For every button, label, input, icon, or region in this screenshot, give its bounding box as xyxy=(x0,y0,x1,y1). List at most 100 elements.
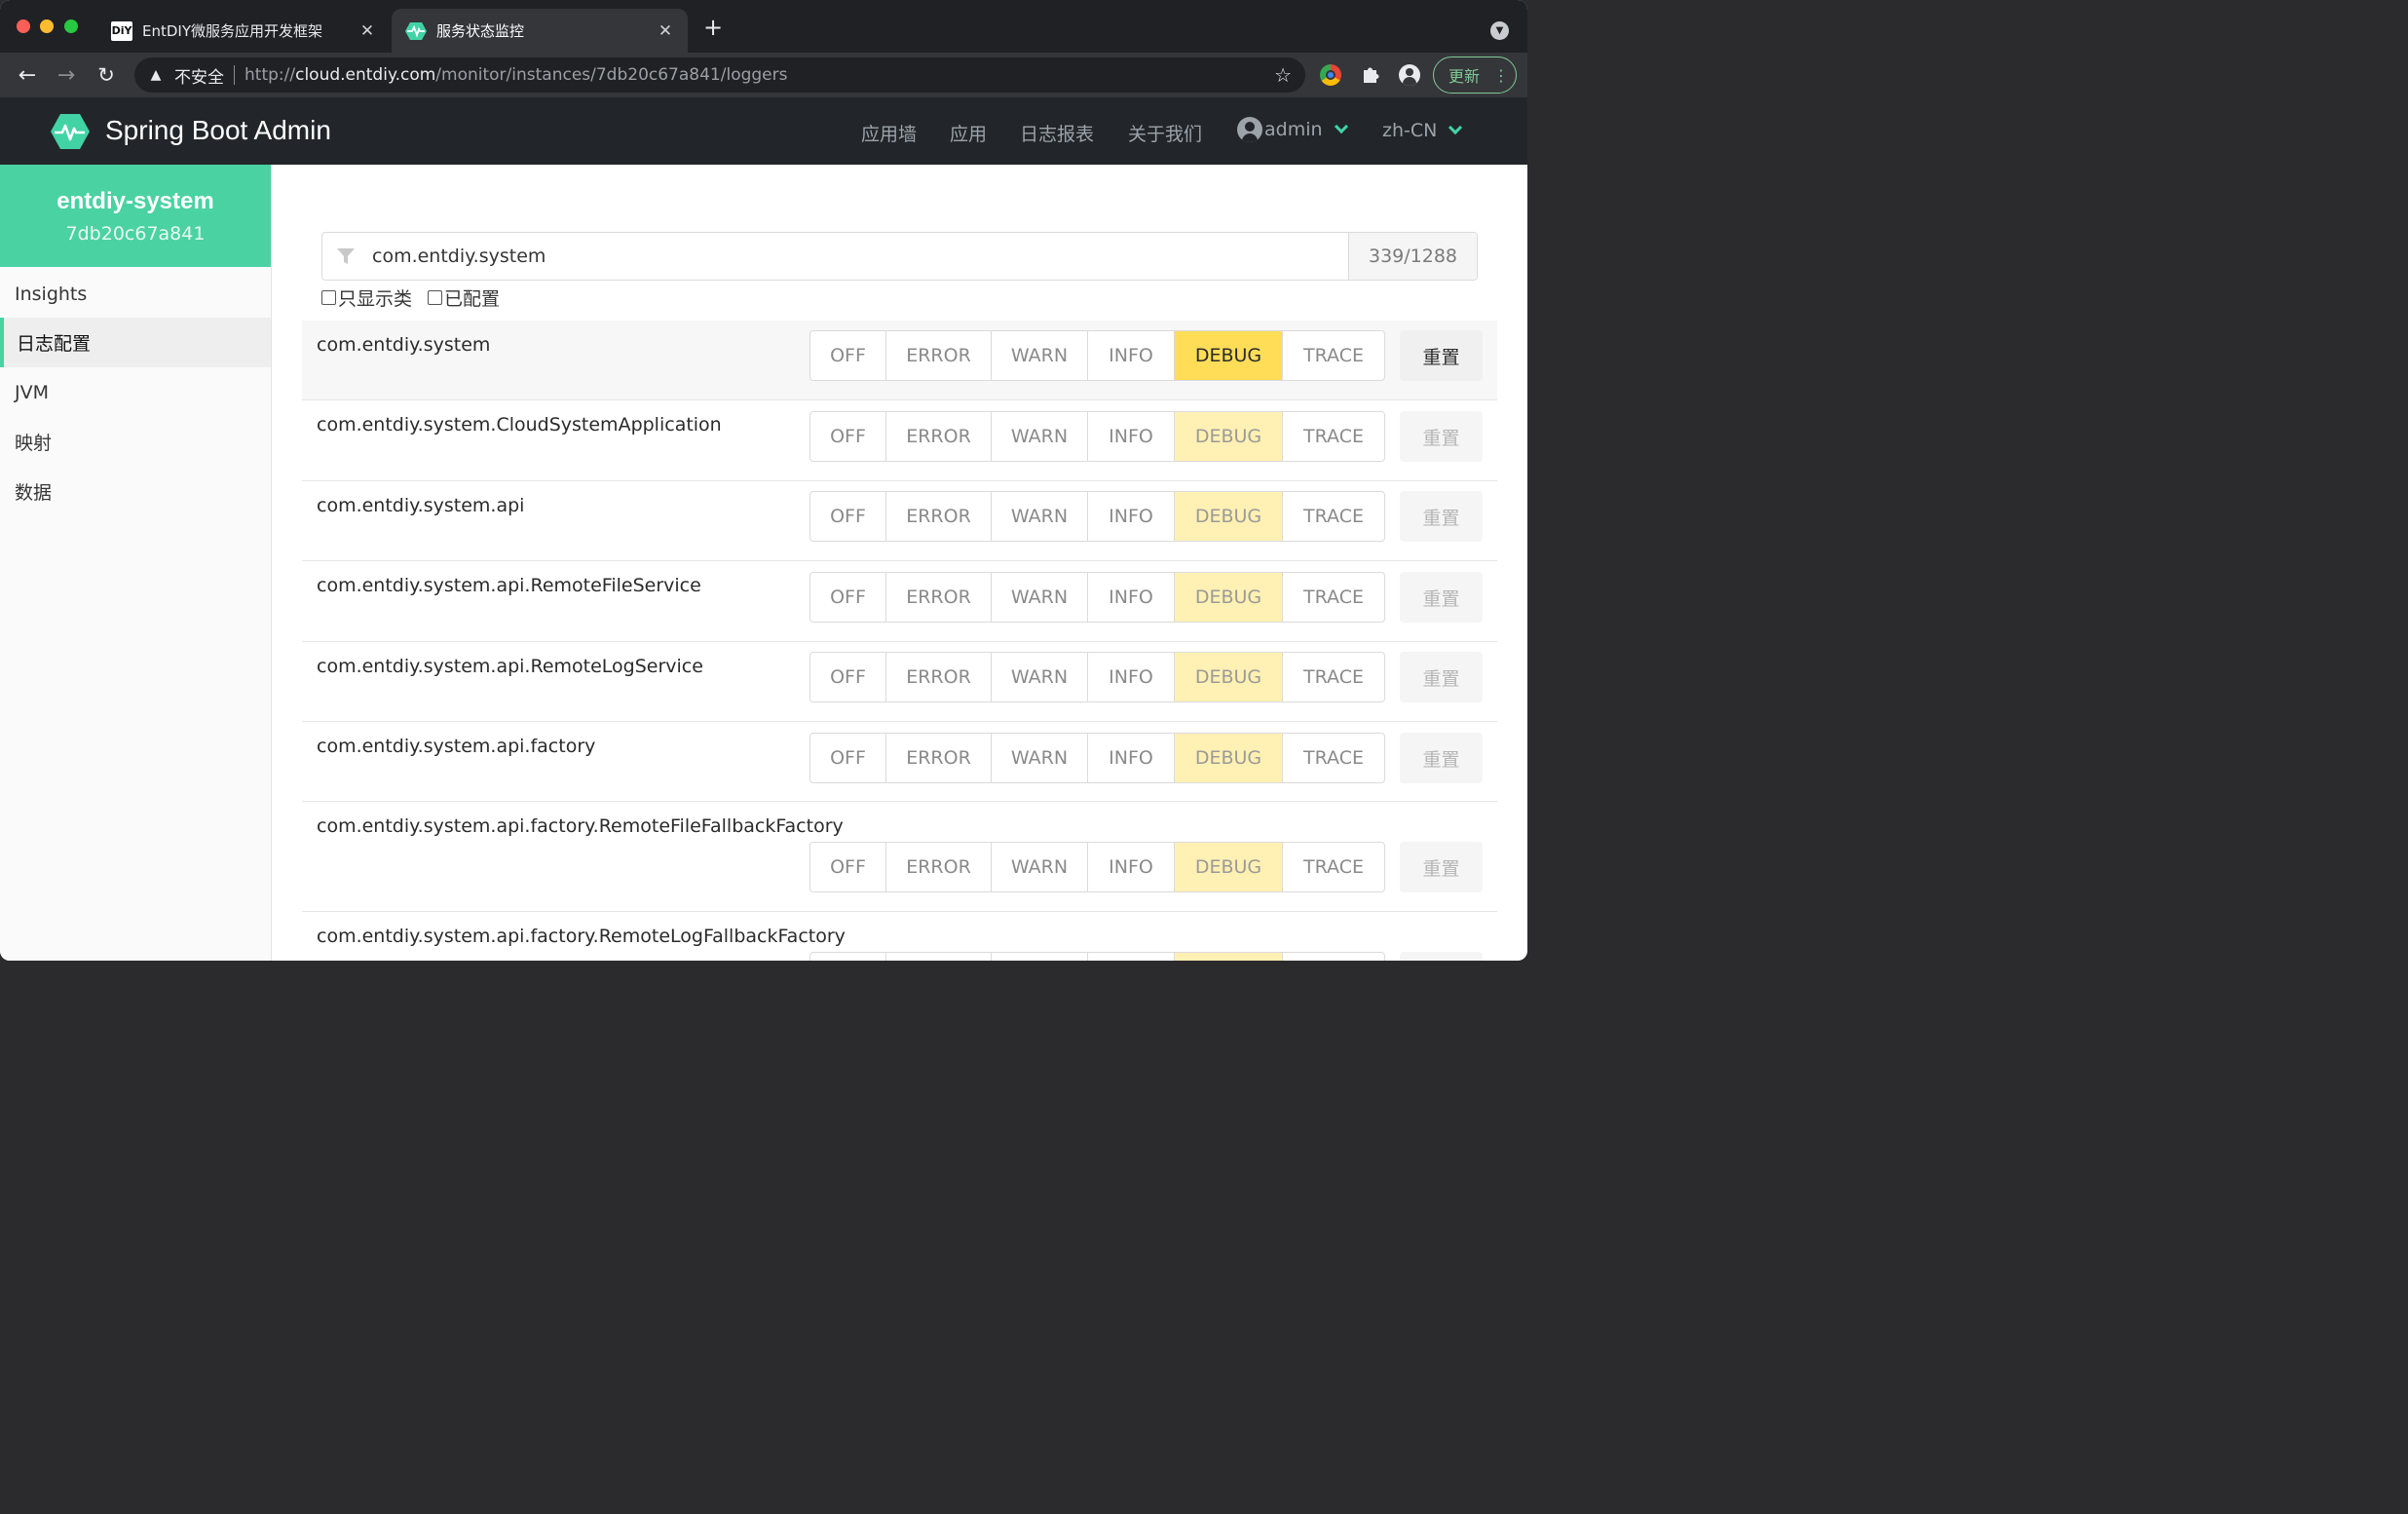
level-button-trace[interactable]: TRACE xyxy=(1283,734,1384,782)
level-button-off[interactable]: OFF xyxy=(810,412,886,461)
forward-arrow-icon[interactable]: → xyxy=(52,60,81,90)
level-button-info[interactable]: INFO xyxy=(1088,492,1175,541)
browser-tab-entdiy[interactable]: DiY EntDIY微服务应用开发框架 ✕ xyxy=(97,9,390,53)
level-button-debug[interactable]: DEBUG xyxy=(1175,653,1283,701)
nav-about-us[interactable]: 关于我们 xyxy=(1128,120,1202,146)
level-button-trace[interactable]: TRACE xyxy=(1283,492,1384,541)
level-button-trace[interactable]: TRACE xyxy=(1283,412,1384,461)
tab-search-chevron-icon[interactable]: ▼ xyxy=(1490,21,1509,40)
nav-applications[interactable]: 应用 xyxy=(950,120,987,146)
level-button-warn[interactable]: WARN xyxy=(992,843,1088,891)
spring-boot-admin-logo-icon[interactable] xyxy=(51,113,90,150)
configured-label[interactable]: 已配置 xyxy=(444,284,500,311)
level-button-warn[interactable]: WARN xyxy=(992,492,1088,541)
address-bar[interactable]: ▲ 不安全 http://cloud.entdiy.com/monitor/in… xyxy=(134,57,1305,93)
language-menu[interactable]: zh-CN xyxy=(1382,120,1463,141)
level-button-error[interactable]: ERROR xyxy=(886,492,992,541)
level-button-warn[interactable]: WARN xyxy=(992,573,1088,622)
nav-app-wall[interactable]: 应用墙 xyxy=(861,120,917,146)
user-menu[interactable]: admin xyxy=(1237,117,1348,142)
level-button-info[interactable]: INFO xyxy=(1088,953,1175,961)
back-arrow-icon[interactable]: ← xyxy=(13,60,42,90)
level-button-warn[interactable]: WARN xyxy=(992,953,1088,961)
level-button-off[interactable]: OFF xyxy=(810,492,886,541)
chrome-extension-icon[interactable] xyxy=(1320,64,1341,86)
level-button-off[interactable]: OFF xyxy=(810,573,886,622)
reset-button[interactable]: 重置 xyxy=(1400,733,1483,783)
chevron-down-icon xyxy=(1334,119,1348,134)
level-button-debug[interactable]: DEBUG xyxy=(1175,492,1283,541)
level-button-debug[interactable]: DEBUG xyxy=(1175,412,1283,461)
level-button-trace[interactable]: TRACE xyxy=(1283,573,1384,622)
level-button-info[interactable]: INFO xyxy=(1088,573,1175,622)
level-button-debug[interactable]: DEBUG xyxy=(1175,331,1283,380)
level-button-off[interactable]: OFF xyxy=(810,843,886,891)
level-button-error[interactable]: ERROR xyxy=(886,331,992,380)
level-button-error[interactable]: ERROR xyxy=(886,573,992,622)
reset-button[interactable]: 重置 xyxy=(1400,411,1483,462)
configured-checkbox[interactable] xyxy=(428,290,443,305)
reset-button[interactable]: 重置 xyxy=(1400,491,1483,542)
profile-avatar-icon[interactable] xyxy=(1399,64,1420,86)
reload-icon[interactable]: ↻ xyxy=(92,60,121,90)
level-button-trace[interactable]: TRACE xyxy=(1283,653,1384,701)
logger-name: com.entdiy.system.api.factory.RemoteLogF… xyxy=(317,926,846,947)
minimize-window-button[interactable] xyxy=(40,19,54,33)
sidebar-item-jvm[interactable]: JVM xyxy=(0,367,271,417)
level-button-error[interactable]: ERROR xyxy=(886,734,992,782)
level-button-debug[interactable]: DEBUG xyxy=(1175,843,1283,891)
reset-button[interactable]: 重置 xyxy=(1400,952,1483,961)
level-button-off[interactable]: OFF xyxy=(810,734,886,782)
level-button-info[interactable]: INFO xyxy=(1088,412,1175,461)
level-button-info[interactable]: INFO xyxy=(1088,331,1175,380)
maximize-window-button[interactable] xyxy=(64,19,78,33)
bookmark-star-icon[interactable]: ☆ xyxy=(1274,63,1292,87)
extensions-puzzle-icon[interactable] xyxy=(1360,64,1381,86)
reset-button[interactable]: 重置 xyxy=(1400,652,1483,702)
browser-toolbar: ← → ↻ ▲ 不安全 http://cloud.entdiy.com/moni… xyxy=(0,53,1527,97)
warning-triangle-icon: ▲ xyxy=(150,67,162,83)
level-button-trace[interactable]: TRACE xyxy=(1283,953,1384,961)
reset-button[interactable]: 重置 xyxy=(1400,842,1483,892)
level-button-info[interactable]: INFO xyxy=(1088,653,1175,701)
level-button-error[interactable]: ERROR xyxy=(886,953,992,961)
only-classes-checkbox[interactable] xyxy=(321,290,336,305)
level-button-trace[interactable]: TRACE xyxy=(1283,843,1384,891)
reset-button[interactable]: 重置 xyxy=(1400,330,1483,381)
level-button-info[interactable]: INFO xyxy=(1088,843,1175,891)
sidebar-item-mappings[interactable]: 映射 xyxy=(0,417,271,467)
url-text[interactable]: http://cloud.entdiy.com/monitor/instance… xyxy=(245,65,787,85)
filter-input[interactable] xyxy=(372,246,1348,267)
close-tab-icon[interactable]: ✕ xyxy=(657,21,674,41)
level-button-info[interactable]: INFO xyxy=(1088,734,1175,782)
close-window-button[interactable] xyxy=(17,19,30,33)
only-classes-label[interactable]: 只显示类 xyxy=(338,284,412,311)
level-button-debug[interactable]: DEBUG xyxy=(1175,734,1283,782)
level-button-off[interactable]: OFF xyxy=(810,331,886,380)
new-tab-plus-icon[interactable]: + xyxy=(703,16,723,39)
level-button-debug[interactable]: DEBUG xyxy=(1175,953,1283,961)
level-button-debug[interactable]: DEBUG xyxy=(1175,573,1283,622)
level-button-error[interactable]: ERROR xyxy=(886,843,992,891)
level-button-error[interactable]: ERROR xyxy=(886,653,992,701)
level-button-warn[interactable]: WARN xyxy=(992,734,1088,782)
user-name: admin xyxy=(1264,119,1323,140)
close-tab-icon[interactable]: ✕ xyxy=(358,21,376,41)
divider xyxy=(234,65,235,85)
sidebar-item-loggers[interactable]: 日志配置 xyxy=(0,318,271,367)
browser-tab-monitor[interactable]: 服务状态监控 ✕ xyxy=(392,9,688,53)
level-button-off[interactable]: OFF xyxy=(810,953,886,961)
level-button-warn[interactable]: WARN xyxy=(992,412,1088,461)
level-button-off[interactable]: OFF xyxy=(810,653,886,701)
sidebar-item-data[interactable]: 数据 xyxy=(0,467,271,516)
brand-title[interactable]: Spring Boot Admin xyxy=(105,115,331,146)
instance-id: 7db20c67a841 xyxy=(65,223,206,245)
sidebar-item-insights[interactable]: Insights xyxy=(0,269,271,319)
level-button-warn[interactable]: WARN xyxy=(992,653,1088,701)
level-button-warn[interactable]: WARN xyxy=(992,331,1088,380)
level-button-trace[interactable]: TRACE xyxy=(1283,331,1384,380)
reset-button[interactable]: 重置 xyxy=(1400,572,1483,623)
update-button[interactable]: 更新 ⋮ xyxy=(1433,57,1517,94)
nav-log-report[interactable]: 日志报表 xyxy=(1020,120,1094,146)
level-button-error[interactable]: ERROR xyxy=(886,412,992,461)
